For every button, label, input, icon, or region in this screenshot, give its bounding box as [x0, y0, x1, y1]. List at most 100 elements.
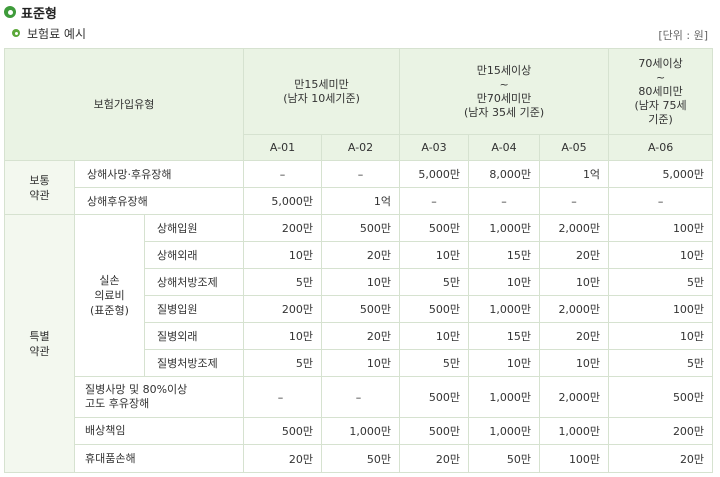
plan-code: A-02: [321, 134, 401, 161]
row-label: 상해사망·후유장해: [73, 160, 245, 188]
bullet-circle-icon: [4, 6, 16, 18]
header-group-70to80-line: 80세미만: [638, 84, 683, 98]
bullet-small-circle-icon: [12, 29, 20, 37]
table-row: 보험가입유형 만15세미만 (남자 10세기준) 만15세이상 ~ 만70세미만 (남자 3…: [3, 48, 714, 161]
value-cell: 200만: [243, 214, 323, 242]
row-label: 질병입원: [143, 295, 245, 323]
value-cell: 5만: [243, 268, 323, 296]
value-cell: 5,000만: [608, 160, 714, 188]
row-label: 상해외래: [143, 241, 245, 269]
header-group-70to80-line: ~: [655, 70, 666, 84]
section-title: 표준형: [4, 3, 57, 22]
value-cell: 50만: [321, 444, 401, 473]
value-cell: 100만: [539, 444, 610, 473]
table-row: 휴대품손해 20만 50만 20만 50만 100만 20만: [5, 444, 714, 473]
value-cell: 20만: [321, 241, 401, 269]
value-cell: 1억: [321, 187, 401, 215]
premium-table: 보험가입유형 만15세미만 (남자 10세기준) 만15세이상 ~ 만70세미만 (남자 3…: [3, 48, 714, 473]
value-cell: 10만: [468, 268, 541, 296]
value-cell: 5,000만: [399, 160, 470, 188]
table-row: 특별 약관 실손 의료비 (표준형) 상해입원 200만 500만 500만 1,000만 2,00…: [4, 214, 714, 473]
value-cell: –: [468, 187, 541, 215]
header-group-15to70: 만15세이상 ~ 만70세미만 (남자 35세 기준): [399, 48, 610, 135]
value-cell: 10만: [539, 349, 610, 377]
value-cell: 15만: [468, 241, 541, 269]
value-cell: 200만: [608, 417, 714, 445]
value-cell: 50만: [468, 444, 541, 473]
value-cell: 100만: [608, 295, 714, 323]
plan-code: A-05: [539, 134, 610, 161]
group-special-line: 약관: [29, 344, 50, 358]
plan-code: A-04: [468, 134, 541, 161]
table-row: 보통 약관 상해사망·후유장해 – –5,000만 8,000만 1억 5,000만: [4, 160, 714, 215]
header-type-label: 보험가입유형: [3, 48, 245, 161]
value-cell: 10만: [399, 322, 470, 350]
subsection-title: 보험료 예시: [12, 25, 86, 41]
value-cell: 2,000만: [539, 376, 610, 418]
value-cell: –: [321, 376, 401, 418]
unit-label: [단위 : 원]: [658, 29, 708, 42]
value-cell: 5,000만: [243, 187, 323, 215]
value-cell: 1,000만: [468, 376, 541, 418]
value-cell: 200만: [243, 295, 323, 323]
value-cell: 1,000만: [539, 417, 610, 445]
plan-code: A-03: [399, 134, 470, 161]
plan-code: A-06: [608, 134, 714, 161]
value-cell: 20만: [539, 241, 610, 269]
value-cell: 1,000만: [468, 214, 541, 242]
value-cell: 500만: [399, 214, 470, 242]
value-cell: 100만: [608, 214, 714, 242]
header-group-15to70-line: ~: [499, 77, 509, 91]
header-group-70to80-line: 기준): [648, 112, 673, 126]
value-cell: 10만: [243, 322, 323, 350]
value-cell: 500만: [321, 295, 401, 323]
row-label: 상해후유장해: [73, 187, 245, 215]
value-cell: 20만: [539, 322, 610, 350]
row-label-line: 질병사망 및 80%이상: [85, 383, 188, 396]
header-group-15to70-line: (남자 35세 기준): [463, 105, 545, 119]
value-cell: 8,000만: [468, 160, 541, 188]
value-cell: 5만: [608, 349, 714, 377]
row-label: 휴대품손해: [73, 444, 245, 473]
value-cell: 1,000만: [321, 417, 401, 445]
value-cell: 20만: [608, 444, 714, 473]
value-cell: 500만: [608, 376, 714, 418]
header-group-under15-line: 만15세미만: [294, 77, 349, 91]
header-group-under15-line: (남자 10세기준): [283, 91, 360, 105]
page: 표준형 보험료 예시 [단위 : 원] 보험가입유형 만15세미만 (남자 10세기…: [0, 0, 720, 477]
row-label: 상해입원: [143, 214, 245, 242]
value-cell: 2,000만: [539, 214, 610, 242]
table-row: 상해후유장해 5,000만 1억 – – – –: [5, 187, 714, 215]
group-medical: 실손 의료비 (표준형): [74, 214, 145, 377]
row-label: 질병처방조제: [143, 349, 245, 377]
value-cell: 1,000만: [468, 295, 541, 323]
value-cell: 10만: [539, 268, 610, 296]
group-general-line: 보통: [29, 173, 50, 187]
value-cell: 10만: [608, 241, 714, 269]
row-label: 배상책임: [73, 417, 245, 445]
value-cell: –: [243, 376, 323, 418]
value-cell: 10만: [321, 268, 401, 296]
section-title-text: 표준형: [21, 6, 57, 22]
value-cell: 500만: [399, 417, 470, 445]
value-cell: –: [608, 187, 714, 215]
value-cell: 1,000만: [468, 417, 541, 445]
value-cell: 20만: [399, 444, 470, 473]
row-label-line: 휴대품손해: [85, 451, 136, 465]
header-group-under15: 만15세미만 (남자 10세기준): [243, 48, 401, 135]
row-label: 질병사망 및 80%이상 고도 후유장해: [73, 376, 245, 418]
value-cell: 10만: [468, 349, 541, 377]
value-cell: 500만: [243, 417, 323, 445]
plan-code: A-01: [243, 134, 323, 161]
group-general-line: 약관: [29, 188, 50, 202]
value-cell: 500만: [399, 376, 470, 418]
value-cell: –: [243, 160, 323, 188]
value-cell: 2,000만: [539, 295, 610, 323]
group-special: 특별 약관: [4, 214, 75, 473]
row-label-line: 배상책임: [85, 424, 126, 437]
value-cell: 10만: [608, 322, 714, 350]
value-cell: 500만: [399, 295, 470, 323]
value-cell: 10만: [243, 241, 323, 269]
row-label: 상해처방조제: [143, 268, 245, 296]
value-cell: –: [399, 187, 470, 215]
